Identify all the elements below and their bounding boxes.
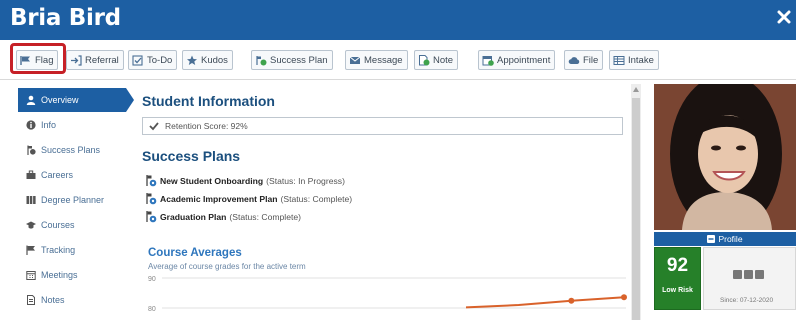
more-options-icon[interactable] (733, 270, 766, 279)
course-averages-chart: 90 80 (148, 276, 627, 313)
scroll-up-arrow-icon[interactable] (633, 87, 639, 92)
sidebar-item-label: Success Plans (41, 145, 101, 155)
retention-risk-card: 92 Low Risk (654, 247, 701, 310)
kudos-button[interactable]: Kudos (182, 50, 233, 70)
message-button[interactable]: Message (345, 50, 408, 70)
note-button[interactable]: Note (414, 50, 459, 70)
title-bar: Bria Bird (0, 0, 796, 40)
success-plan-status: (Status: Complete) (280, 193, 353, 204)
success-plan-name: Graduation Plan (160, 211, 227, 222)
profile-button-label: Profile (718, 234, 743, 244)
y-tick-label: 90 (148, 276, 156, 283)
flag-icon (26, 245, 35, 255)
sidebar-item-label: Degree Planner (41, 195, 105, 205)
calendar-add-icon (482, 55, 494, 66)
course-averages-subtitle: Average of course grades for the active … (148, 262, 306, 271)
cloud-upload-icon (568, 56, 580, 64)
action-toolbar: Flag Referral To-Do Kudos Success Plan M… (0, 40, 796, 80)
success-plan-icon (146, 211, 157, 223)
kudos-button-label: Kudos (201, 54, 228, 66)
note-button-label: Note (433, 54, 454, 66)
sidebar-item-label: Careers (41, 170, 74, 180)
risk-label: Low Risk (662, 287, 693, 294)
note-add-icon (419, 54, 430, 65)
student-information-heading: Student Information (142, 93, 275, 109)
graduation-cap-icon (26, 221, 36, 229)
success-plan-item[interactable]: Graduation Plan (Status: Complete) (144, 210, 301, 223)
sidebar-item-label: Notes (41, 295, 65, 305)
retention-score-box: Retention Score: 92% (142, 117, 623, 135)
appointment-button-label: Appointment (497, 54, 551, 66)
success-plan-name: New Student Onboarding (160, 175, 264, 186)
appointment-button[interactable]: Appointment (478, 50, 556, 70)
enrollment-info-box: Since: 07-12-2020 (703, 247, 796, 310)
retention-score-text: Retention Score: 92% (165, 121, 248, 131)
file-button[interactable]: File (564, 50, 604, 70)
success-plan-name: Academic Improvement Plan (160, 193, 278, 204)
close-icon[interactable] (776, 9, 792, 25)
success-plans-heading: Success Plans (142, 148, 241, 164)
sidebar-item-courses[interactable]: Courses (18, 213, 126, 237)
success-plan-item[interactable]: New Student Onboarding (Status: In Progr… (144, 174, 345, 187)
sidebar-item-notes[interactable]: Notes (18, 288, 126, 312)
main-scrollbar[interactable] (631, 84, 641, 320)
calendar-icon (26, 271, 36, 280)
intake-button-label: Intake (628, 54, 654, 66)
risk-score: 92 (666, 255, 689, 276)
file-button-label: File (583, 54, 599, 66)
envelope-icon (349, 56, 361, 64)
message-button-label: Message (364, 54, 403, 66)
checkbox-icon (132, 54, 143, 66)
success-plan-icon (146, 175, 157, 187)
sidebar-item-degree-planner[interactable]: Degree Planner (18, 188, 126, 212)
columns-icon (26, 196, 36, 204)
series-line (465, 296, 625, 309)
overview-main-panel: Student Information Retention Score: 92%… (136, 84, 630, 320)
success-plan-icon (27, 145, 36, 155)
course-averages-title: Course Averages (148, 247, 242, 259)
table-icon (613, 55, 625, 65)
data-point[interactable] (621, 294, 627, 301)
student-nav-sidebar: Overview Info Success Plans Careers Degr… (0, 80, 134, 320)
sidebar-item-meetings[interactable]: Meetings (18, 263, 126, 287)
sidebar-item-label: Courses (41, 220, 75, 230)
success-plan-button[interactable]: Success Plan (251, 50, 333, 70)
referral-button[interactable]: Referral (66, 50, 124, 70)
success-plan-status: (Status: In Progress) (266, 175, 345, 186)
sidebar-item-label: Overview (41, 95, 79, 105)
star-icon (187, 55, 197, 65)
since-date: Since: 07-12-2020 (720, 297, 774, 304)
sidebar-item-careers[interactable]: Careers (18, 163, 126, 187)
referral-button-label: Referral (85, 54, 119, 66)
success-plan-item[interactable]: Academic Improvement Plan (Status: Compl… (144, 192, 352, 205)
referral-icon (71, 54, 82, 66)
briefcase-icon (26, 170, 36, 179)
y-tick-label: 80 (148, 306, 156, 313)
sidebar-item-info[interactable]: Info (18, 113, 126, 137)
scrollbar-thumb[interactable] (632, 98, 640, 320)
success-plan-icon (256, 55, 267, 65)
profile-minus-icon (707, 235, 716, 243)
to-do-button-label: To-Do (147, 54, 173, 66)
student-photo (654, 84, 796, 230)
sidebar-item-label: Meetings (41, 270, 78, 280)
check-icon (149, 122, 159, 131)
success-plan-status: (Status: Complete) (229, 211, 302, 222)
sidebar-item-overview[interactable]: Overview (18, 88, 134, 112)
info-icon (26, 120, 36, 130)
note-icon (27, 295, 35, 305)
sidebar-item-label: Tracking (41, 245, 76, 255)
user-icon (26, 95, 36, 105)
profile-button[interactable]: Profile (654, 232, 796, 246)
flag-button-highlight (10, 43, 66, 74)
student-name-title: Bria Bird (10, 5, 121, 31)
sidebar-item-tracking[interactable]: Tracking (18, 238, 126, 262)
to-do-button[interactable]: To-Do (128, 50, 178, 70)
sidebar-item-success-plans[interactable]: Success Plans (18, 138, 126, 162)
success-plan-icon (146, 193, 157, 205)
data-point[interactable] (568, 297, 575, 304)
intake-button[interactable]: Intake (609, 50, 659, 70)
sidebar-item-label: Info (41, 120, 57, 130)
success-plan-button-label: Success Plan (270, 54, 328, 66)
